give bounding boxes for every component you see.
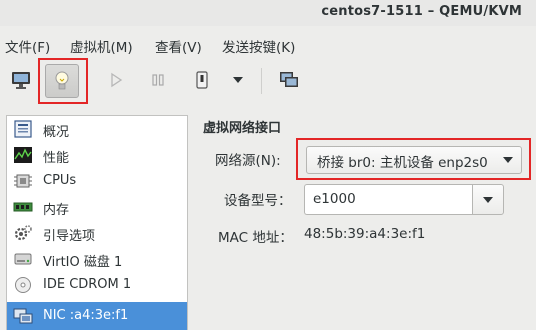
monitor-icon bbox=[12, 72, 30, 89]
list-item-label: 内存 bbox=[43, 203, 70, 218]
cpu-icon bbox=[14, 174, 32, 188]
list-item-memory[interactable]: 内存 bbox=[7, 194, 187, 220]
highlight-box-details-button bbox=[38, 58, 88, 104]
hardware-list: 概况 性能 CPUs 内存 引导选项 VirtIO 磁盘 1 IDE CDROM… bbox=[6, 115, 188, 330]
fullscreen-button[interactable] bbox=[273, 64, 305, 96]
menu-view[interactable]: 查看(V) bbox=[155, 36, 202, 56]
list-item-label: NIC :a4:3e:f1 bbox=[43, 308, 129, 323]
play-icon bbox=[111, 72, 123, 88]
screens-icon bbox=[280, 72, 298, 87]
mac-address-value: 48:5b:39:a4:3e:f1 bbox=[304, 226, 426, 242]
toolbar-separator bbox=[261, 68, 262, 94]
mac-address-label: MAC 地址： bbox=[218, 230, 293, 246]
power-icon bbox=[196, 71, 208, 89]
console-button[interactable] bbox=[5, 64, 37, 96]
performance-icon bbox=[14, 147, 32, 163]
device-model-label: 设备型号： bbox=[224, 193, 292, 209]
list-item-boot-options[interactable]: 引导选项 bbox=[7, 220, 187, 246]
list-item-nic[interactable]: NIC :a4:3e:f1 bbox=[7, 302, 187, 330]
list-item-cpus[interactable]: CPUs bbox=[7, 168, 187, 194]
device-model-input[interactable]: e1000 bbox=[304, 184, 472, 215]
list-item-label: 引导选项 bbox=[43, 229, 96, 244]
menu-send-key[interactable]: 发送按键(K) bbox=[222, 36, 295, 56]
device-model-value: e1000 bbox=[313, 191, 356, 207]
window-title: centos7-1511 – QEMU/KVM bbox=[321, 4, 522, 19]
cdrom-icon bbox=[15, 277, 31, 293]
menu-file[interactable]: 文件(F) bbox=[5, 36, 50, 56]
list-item-label: CPUs bbox=[43, 173, 77, 188]
list-item-performance[interactable]: 性能 bbox=[7, 142, 187, 168]
nic-icon bbox=[13, 308, 33, 324]
section-title: 虚拟网络接口 bbox=[203, 121, 282, 136]
menu-bar: 文件(F) 虚拟机(M) 查看(V) 发送按键(K) bbox=[0, 30, 536, 56]
device-model-dropdown-button[interactable] bbox=[472, 184, 504, 215]
list-item-label: IDE CDROM 1 bbox=[43, 277, 132, 292]
network-source-label: 网络源(N): bbox=[215, 153, 281, 169]
shutdown-menu-button[interactable] bbox=[222, 64, 254, 96]
list-item-virtio-disk[interactable]: VirtIO 磁盘 1 bbox=[7, 246, 187, 272]
menu-vm[interactable]: 虚拟机(M) bbox=[70, 36, 133, 56]
list-item-label: 性能 bbox=[43, 151, 70, 166]
list-item-ide-cdrom[interactable]: IDE CDROM 1 bbox=[7, 272, 187, 298]
run-button[interactable] bbox=[100, 64, 132, 96]
list-item-overview[interactable]: 概况 bbox=[7, 116, 187, 142]
shutdown-button[interactable] bbox=[186, 64, 218, 96]
pause-button[interactable] bbox=[142, 64, 174, 96]
memory-icon bbox=[13, 202, 33, 212]
chevron-down-icon bbox=[233, 77, 243, 83]
pause-icon bbox=[152, 74, 164, 86]
title-bar: centos7-1511 – QEMU/KVM bbox=[0, 0, 536, 26]
list-item-label: 概况 bbox=[43, 125, 70, 140]
chevron-down-icon bbox=[483, 197, 493, 203]
disk-icon bbox=[14, 253, 32, 265]
list-item-label: VirtIO 磁盘 1 bbox=[43, 255, 123, 270]
highlight-box-network-source bbox=[296, 138, 531, 180]
overview-icon bbox=[14, 120, 32, 138]
boot-options-icon bbox=[14, 225, 32, 241]
